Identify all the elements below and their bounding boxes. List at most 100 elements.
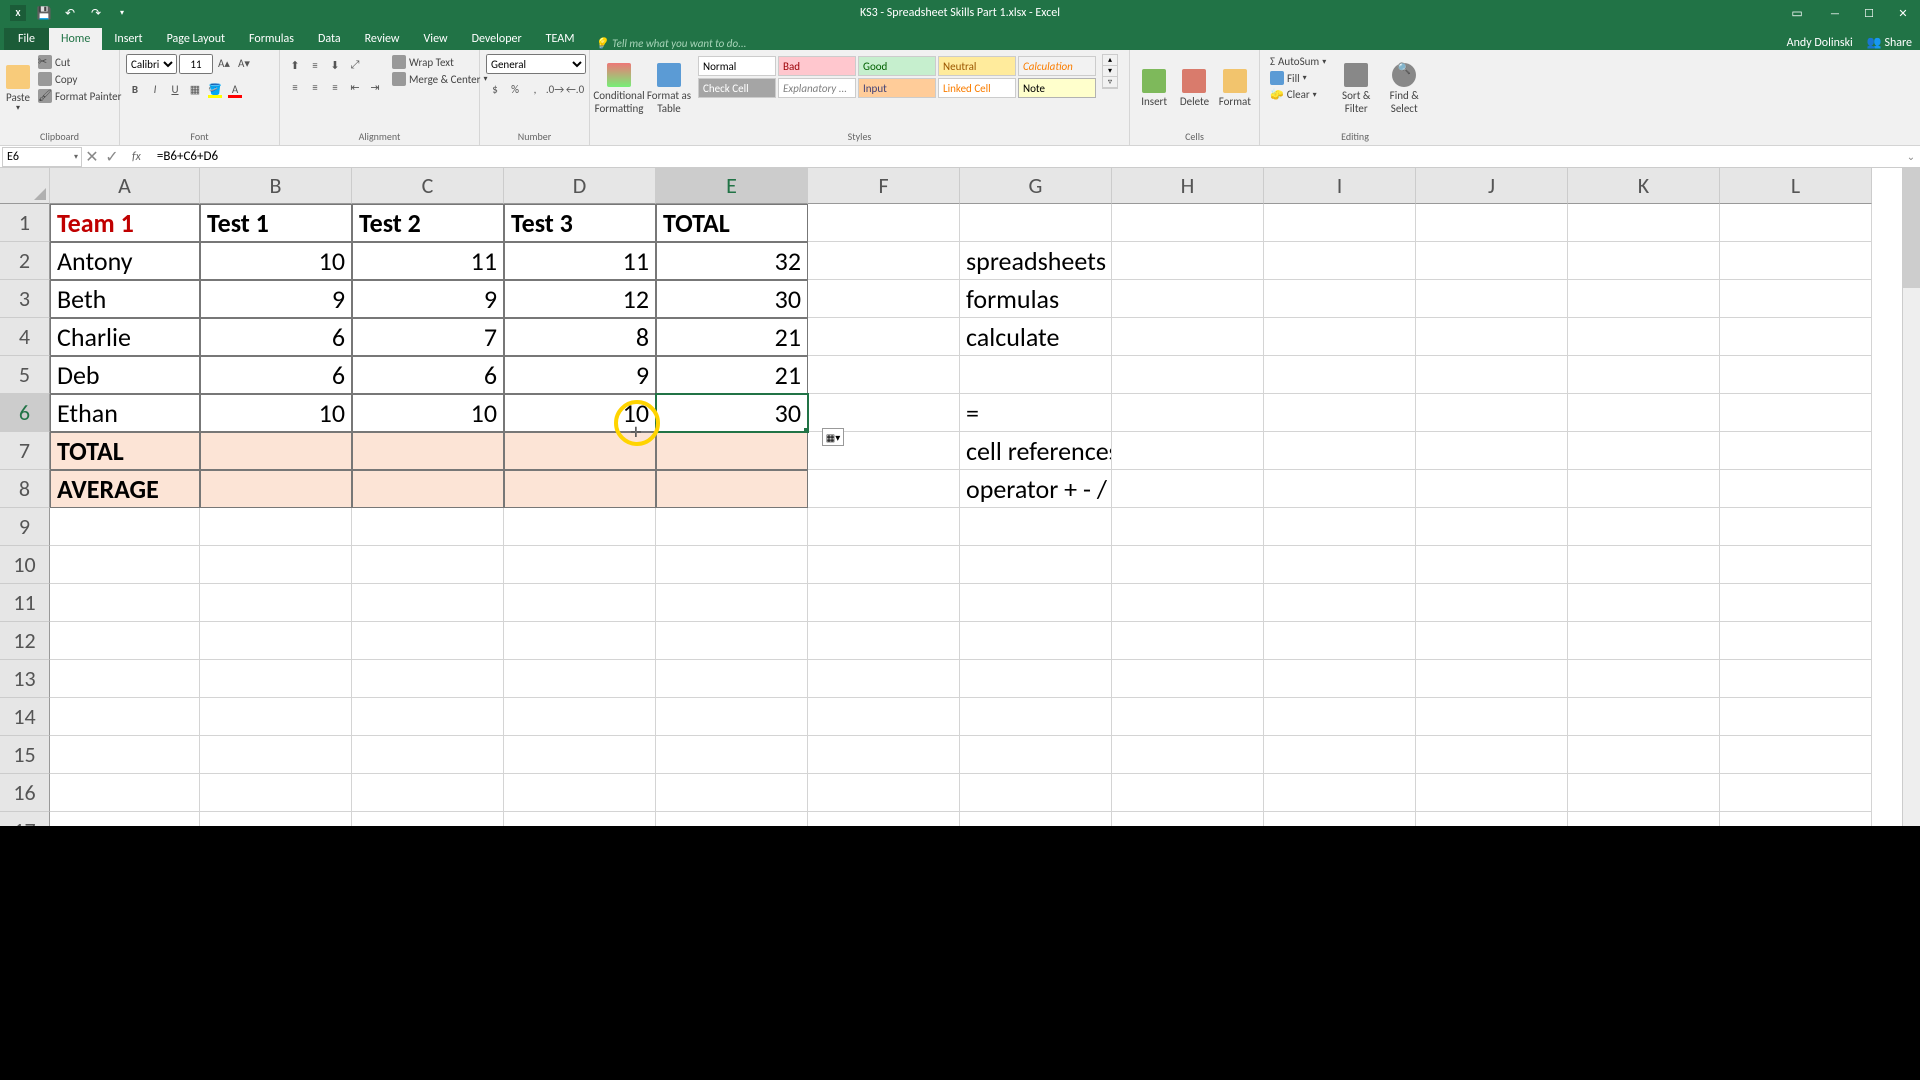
cell-B3[interactable]: 9 <box>200 280 352 318</box>
cell-C2[interactable]: 11 <box>352 242 504 280</box>
cell-D8[interactable] <box>504 470 656 508</box>
cell-A6[interactable]: Ethan <box>50 394 200 432</box>
cell-A9[interactable] <box>50 508 200 546</box>
accounting-button[interactable]: $ <box>486 80 504 98</box>
cell-D16[interactable] <box>504 774 656 812</box>
cell-F15[interactable] <box>808 736 960 774</box>
col-header-J[interactable]: J <box>1416 168 1568 204</box>
cell-D13[interactable] <box>504 660 656 698</box>
cell-B1[interactable]: Test 1 <box>200 204 352 242</box>
cell-C12[interactable] <box>352 622 504 660</box>
cell-B2[interactable]: 10 <box>200 242 352 280</box>
minimize-button[interactable]: — <box>1818 0 1852 26</box>
cell-A14[interactable] <box>50 698 200 736</box>
cell-J7[interactable] <box>1416 432 1568 470</box>
cell-A15[interactable] <box>50 736 200 774</box>
cell-G14[interactable] <box>960 698 1112 736</box>
col-header-D[interactable]: D <box>504 168 656 204</box>
italic-button[interactable]: I <box>146 80 164 98</box>
row-header-6[interactable]: 6 <box>0 394 50 432</box>
row-header-14[interactable]: 14 <box>0 698 50 736</box>
cell-I14[interactable] <box>1264 698 1416 736</box>
cell-J4[interactable] <box>1416 318 1568 356</box>
copy-button[interactable]: Copy <box>34 71 125 87</box>
cell-B6[interactable]: 10 <box>200 394 352 432</box>
cell-B12[interactable] <box>200 622 352 660</box>
cell-L3[interactable] <box>1720 280 1872 318</box>
cell-styles-gallery[interactable]: Normal Bad Good Neutral Calculation Chec… <box>696 54 1098 100</box>
cell-K15[interactable] <box>1568 736 1720 774</box>
style-bad[interactable]: Bad <box>778 56 856 76</box>
row-header-9[interactable]: 9 <box>0 508 50 546</box>
cell-F2[interactable] <box>808 242 960 280</box>
style-calculation[interactable]: Calculation <box>1018 56 1096 76</box>
cell-H9[interactable] <box>1112 508 1264 546</box>
cell-E5[interactable]: 21 <box>656 356 808 394</box>
cell-B4[interactable]: 6 <box>200 318 352 356</box>
cell-A12[interactable] <box>50 622 200 660</box>
insert-cells-button[interactable]: Insert <box>1136 54 1172 124</box>
cell-C16[interactable] <box>352 774 504 812</box>
cell-G9[interactable] <box>960 508 1112 546</box>
cell-E7[interactable] <box>656 432 808 470</box>
cell-F13[interactable] <box>808 660 960 698</box>
cell-F12[interactable] <box>808 622 960 660</box>
cell-J14[interactable] <box>1416 698 1568 736</box>
cell-L12[interactable] <box>1720 622 1872 660</box>
cell-G6[interactable]: = <box>960 394 1112 432</box>
cell-C10[interactable] <box>352 546 504 584</box>
cell-F14[interactable] <box>808 698 960 736</box>
font-name-select[interactable]: Calibri <box>126 54 177 74</box>
cell-A4[interactable]: Charlie <box>50 318 200 356</box>
vertical-scrollbar[interactable] <box>1902 168 1920 880</box>
cell-I6[interactable] <box>1264 394 1416 432</box>
cell-I15[interactable] <box>1264 736 1416 774</box>
expand-formula-bar-button[interactable]: ⌄ <box>1902 150 1920 163</box>
row-header-1[interactable]: 1 <box>0 204 50 242</box>
cell-I9[interactable] <box>1264 508 1416 546</box>
cell-L14[interactable] <box>1720 698 1872 736</box>
save-icon[interactable]: 💾 <box>36 5 52 21</box>
number-format-select[interactable]: General <box>486 54 586 74</box>
align-bottom-button[interactable]: ⬇ <box>326 56 344 74</box>
cell-C13[interactable] <box>352 660 504 698</box>
cell-K9[interactable] <box>1568 508 1720 546</box>
align-middle-button[interactable]: ≡ <box>306 56 324 74</box>
cell-L9[interactable] <box>1720 508 1872 546</box>
cell-I5[interactable] <box>1264 356 1416 394</box>
cell-E15[interactable] <box>656 736 808 774</box>
paste-button[interactable]: Paste▾ <box>6 54 30 124</box>
cell-K4[interactable] <box>1568 318 1720 356</box>
cell-G15[interactable] <box>960 736 1112 774</box>
row-header-11[interactable]: 11 <box>0 584 50 622</box>
file-tab[interactable]: File <box>4 28 49 50</box>
row-header-12[interactable]: 12 <box>0 622 50 660</box>
cell-E16[interactable] <box>656 774 808 812</box>
font-size-input[interactable] <box>179 54 213 74</box>
cancel-formula-button[interactable]: ✕ <box>82 147 102 167</box>
cell-C6[interactable]: 10 <box>352 394 504 432</box>
row-header-4[interactable]: 4 <box>0 318 50 356</box>
grow-font-button[interactable]: A▴ <box>215 54 233 72</box>
tab-view[interactable]: View <box>412 28 460 50</box>
row-header-3[interactable]: 3 <box>0 280 50 318</box>
autosum-button[interactable]: ΣAutoSum▾ <box>1266 54 1330 69</box>
cell-J6[interactable] <box>1416 394 1568 432</box>
col-header-K[interactable]: K <box>1568 168 1720 204</box>
cell-F10[interactable] <box>808 546 960 584</box>
cell-B16[interactable] <box>200 774 352 812</box>
cell-E6[interactable]: 30 <box>656 394 808 432</box>
cell-D1[interactable]: Test 3 <box>504 204 656 242</box>
user-name[interactable]: Andy Dolinski <box>1787 36 1853 50</box>
style-note[interactable]: Note <box>1018 78 1096 98</box>
cell-H2[interactable] <box>1112 242 1264 280</box>
cell-H6[interactable] <box>1112 394 1264 432</box>
cell-A2[interactable]: Antony <box>50 242 200 280</box>
cell-G10[interactable] <box>960 546 1112 584</box>
cell-G3[interactable]: formulas <box>960 280 1112 318</box>
orientation-button[interactable]: ⤢ <box>346 56 364 74</box>
cell-I11[interactable] <box>1264 584 1416 622</box>
cell-I10[interactable] <box>1264 546 1416 584</box>
cell-K10[interactable] <box>1568 546 1720 584</box>
cell-L16[interactable] <box>1720 774 1872 812</box>
